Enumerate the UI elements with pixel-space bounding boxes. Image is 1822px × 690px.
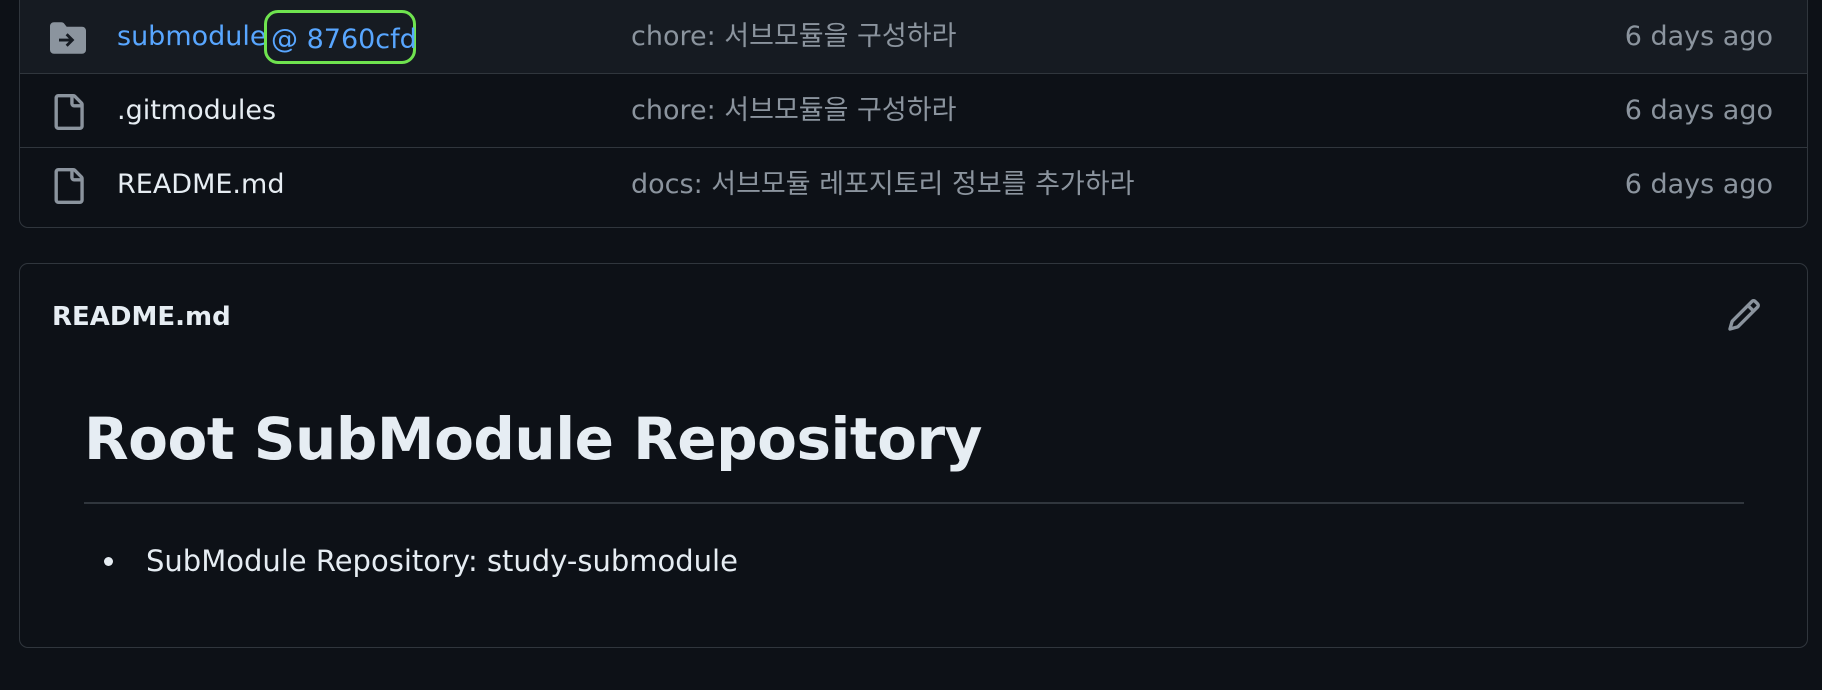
title-divider — [84, 502, 1744, 504]
file-name-link[interactable]: submodule — [117, 19, 267, 55]
file-row-submodule[interactable]: submodule @ 8760cfd chore: 서브모듈을 구성하라 6 … — [20, 0, 1807, 74]
pencil-icon[interactable] — [1726, 297, 1762, 333]
commit-age: 6 days ago — [1624, 169, 1773, 200]
readme-filename: README.md — [52, 302, 231, 332]
commit-message-link[interactable]: chore: 서브모듈을 구성하라 — [631, 19, 956, 55]
list-item: SubModule Repository: study-submodule — [104, 542, 738, 580]
submodule-commit-ref[interactable]: @ 8760cfd — [264, 10, 417, 64]
commit-age: 6 days ago — [1624, 95, 1773, 126]
bullet — [104, 557, 113, 566]
file-icon — [54, 94, 84, 130]
readme-title: Root SubModule Repository — [84, 405, 982, 473]
readme-panel: README.md Root SubModule Repository SubM… — [19, 263, 1808, 648]
file-row-gitmodules[interactable]: .gitmodules chore: 서브모듈을 구성하라 6 days ago — [20, 74, 1807, 148]
file-row-readme[interactable]: README.md docs: 서브모듈 레포지토리 정보를 추가하라 6 da… — [20, 148, 1807, 222]
commit-message-link[interactable]: chore: 서브모듈을 구성하라 — [631, 93, 956, 129]
submodule-commit-ref-label[interactable]: @ 8760cfd — [271, 22, 417, 58]
readme-list: SubModule Repository: study-submodule — [104, 542, 738, 580]
commit-message-link[interactable]: docs: 서브모듈 레포지토리 정보를 추가하라 — [631, 167, 1134, 203]
file-icon — [54, 168, 84, 204]
file-list: submodule @ 8760cfd chore: 서브모듈을 구성하라 6 … — [19, 0, 1808, 228]
submodule-folder-icon — [50, 22, 86, 54]
file-name-link[interactable]: .gitmodules — [117, 93, 276, 129]
commit-age: 6 days ago — [1624, 21, 1773, 52]
file-name-link[interactable]: README.md — [117, 167, 284, 203]
list-item-text: SubModule Repository: study-submodule — [146, 544, 738, 578]
